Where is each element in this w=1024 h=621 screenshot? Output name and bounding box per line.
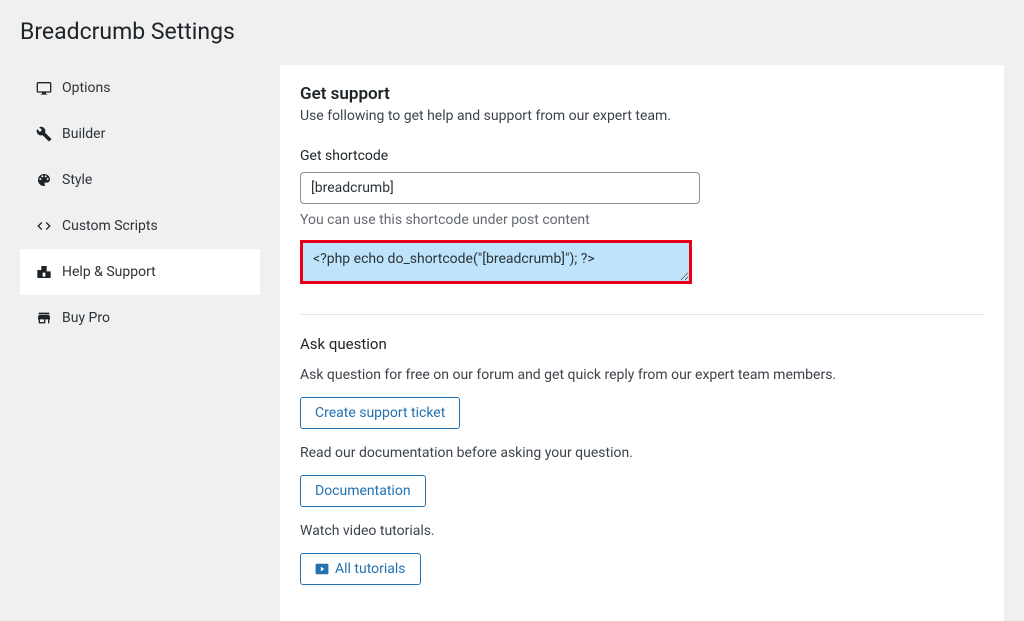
tools-icon: [36, 126, 52, 142]
sidebar-item-style[interactable]: Style: [20, 157, 260, 203]
documentation-desc: Read our documentation before asking you…: [300, 445, 984, 461]
video-icon: [315, 562, 329, 576]
documentation-button[interactable]: Documentation: [300, 475, 426, 507]
sidebar-item-label: Custom Scripts: [62, 218, 158, 234]
php-code-textarea[interactable]: <?php echo do_shortcode("[breadcrumb]");…: [300, 240, 692, 284]
ask-question-desc: Ask question for free on our forum and g…: [300, 367, 984, 383]
page-title: Breadcrumb Settings: [0, 0, 1024, 65]
create-support-ticket-button[interactable]: Create support ticket: [300, 397, 460, 429]
sidebar-item-label: Style: [62, 172, 92, 188]
hands-helping-icon: [36, 264, 52, 280]
divider: [300, 314, 984, 315]
sidebar-item-custom-scripts[interactable]: Custom Scripts: [20, 203, 260, 249]
sidebar-item-options[interactable]: Options: [20, 65, 260, 111]
sidebar-item-buy-pro[interactable]: Buy Pro: [20, 295, 260, 341]
video-tutorials-desc: Watch video tutorials.: [300, 523, 984, 539]
code-icon: [36, 218, 52, 234]
sidebar-item-label: Help & Support: [62, 264, 156, 280]
palette-icon: [36, 172, 52, 188]
button-label: Create support ticket: [315, 405, 445, 421]
all-tutorials-button[interactable]: All tutorials: [300, 553, 421, 585]
layout-container: Options Builder Style Custom Scripts Hel…: [0, 65, 1024, 621]
button-label: All tutorials: [335, 561, 406, 577]
sidebar-item-label: Buy Pro: [62, 310, 110, 326]
settings-sidebar: Options Builder Style Custom Scripts Hel…: [20, 65, 260, 621]
button-label: Documentation: [315, 483, 411, 499]
sidebar-item-builder[interactable]: Builder: [20, 111, 260, 157]
shortcode-hint: You can use this shortcode under post co…: [300, 212, 984, 228]
sidebar-item-label: Options: [62, 80, 110, 96]
ask-question-heading: Ask question: [300, 335, 984, 353]
section-title: Get support: [300, 84, 984, 104]
monitor-icon: [36, 80, 52, 96]
section-subtitle: Use following to get help and support fr…: [300, 108, 984, 124]
main-panel: Get support Use following to get help an…: [280, 65, 1004, 621]
sidebar-item-label: Builder: [62, 126, 105, 142]
sidebar-item-help-support[interactable]: Help & Support: [20, 249, 260, 295]
shortcode-input[interactable]: [300, 172, 700, 204]
store-icon: [36, 310, 52, 326]
shortcode-label: Get shortcode: [300, 148, 984, 164]
